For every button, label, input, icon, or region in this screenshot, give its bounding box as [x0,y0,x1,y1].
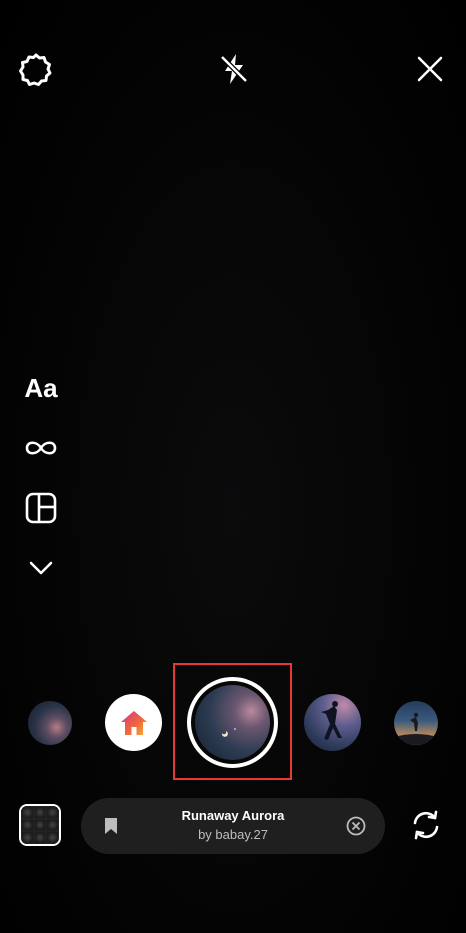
effect-night-sky[interactable] [28,701,72,745]
create-text-label: Aa [24,372,58,403]
flip-camera-icon[interactable] [408,807,444,843]
music-selector[interactable]: Runaway Aurora by babay.27 [81,798,385,854]
settings-icon[interactable] [16,50,56,90]
effect-home[interactable] [105,694,162,751]
song-artist: by babay.27 [198,827,268,842]
moon-icon [221,728,236,737]
flash-off-icon[interactable] [214,49,254,89]
infinity-icon[interactable] [18,426,64,470]
gallery-preview [21,806,59,844]
song-title: Runaway Aurora [181,808,285,823]
figure-silhouette [321,701,342,740]
close-icon[interactable] [410,49,450,89]
home-icon [120,710,147,735]
sunset-silhouette [394,712,438,745]
effect-figure[interactable] [304,694,361,751]
gallery-thumbnail[interactable] [19,804,61,846]
chevron-down-icon[interactable] [18,546,64,590]
camera-screen: Aa Runaway Aurora by babay.27 [0,0,466,933]
selected-effect-preview[interactable] [195,685,270,760]
effect-sunset[interactable] [394,701,438,745]
layout-grid-icon[interactable] [18,486,64,530]
remove-music-icon[interactable] [345,815,367,837]
create-text-button[interactable]: Aa [18,366,64,410]
